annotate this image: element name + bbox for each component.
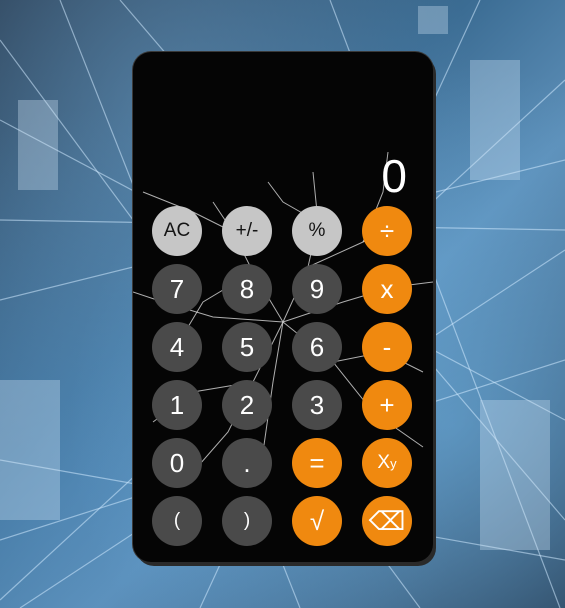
calculator: 0 AC +/- % ÷ 7 8 9 x 4 5 6 - 1 2 3 + 0 .… bbox=[133, 52, 433, 562]
backspace-button[interactable]: ⌫ bbox=[362, 496, 412, 546]
toggle-sign-button[interactable]: +/- bbox=[222, 206, 272, 256]
digit-2-button[interactable]: 2 bbox=[222, 380, 272, 430]
all-clear-button[interactable]: AC bbox=[152, 206, 202, 256]
digit-7-button[interactable]: 7 bbox=[152, 264, 202, 314]
decimal-button[interactable]: . bbox=[222, 438, 272, 488]
power-button[interactable]: Xy bbox=[362, 438, 412, 488]
percent-button[interactable]: % bbox=[292, 206, 342, 256]
backspace-icon: ⌫ bbox=[368, 505, 406, 536]
add-button[interactable]: + bbox=[362, 380, 412, 430]
digit-9-button[interactable]: 9 bbox=[292, 264, 342, 314]
multiply-button[interactable]: x bbox=[362, 264, 412, 314]
square-root-button[interactable]: √ bbox=[292, 496, 342, 546]
digit-1-button[interactable]: 1 bbox=[152, 380, 202, 430]
digit-8-button[interactable]: 8 bbox=[222, 264, 272, 314]
open-paren-button[interactable]: ( bbox=[152, 496, 202, 546]
result-display: 0 bbox=[381, 150, 407, 202]
digit-5-button[interactable]: 5 bbox=[222, 322, 272, 372]
close-paren-button[interactable]: ) bbox=[222, 496, 272, 546]
subtract-button[interactable]: - bbox=[362, 322, 412, 372]
power-base-label: X bbox=[377, 452, 391, 473]
equals-button[interactable]: = bbox=[292, 438, 342, 488]
digit-6-button[interactable]: 6 bbox=[292, 322, 342, 372]
divide-button[interactable]: ÷ bbox=[362, 206, 412, 256]
digit-3-button[interactable]: 3 bbox=[292, 380, 342, 430]
digit-4-button[interactable]: 4 bbox=[152, 322, 202, 372]
power-exponent-label: y bbox=[390, 455, 397, 471]
digit-0-button[interactable]: 0 bbox=[152, 438, 202, 488]
